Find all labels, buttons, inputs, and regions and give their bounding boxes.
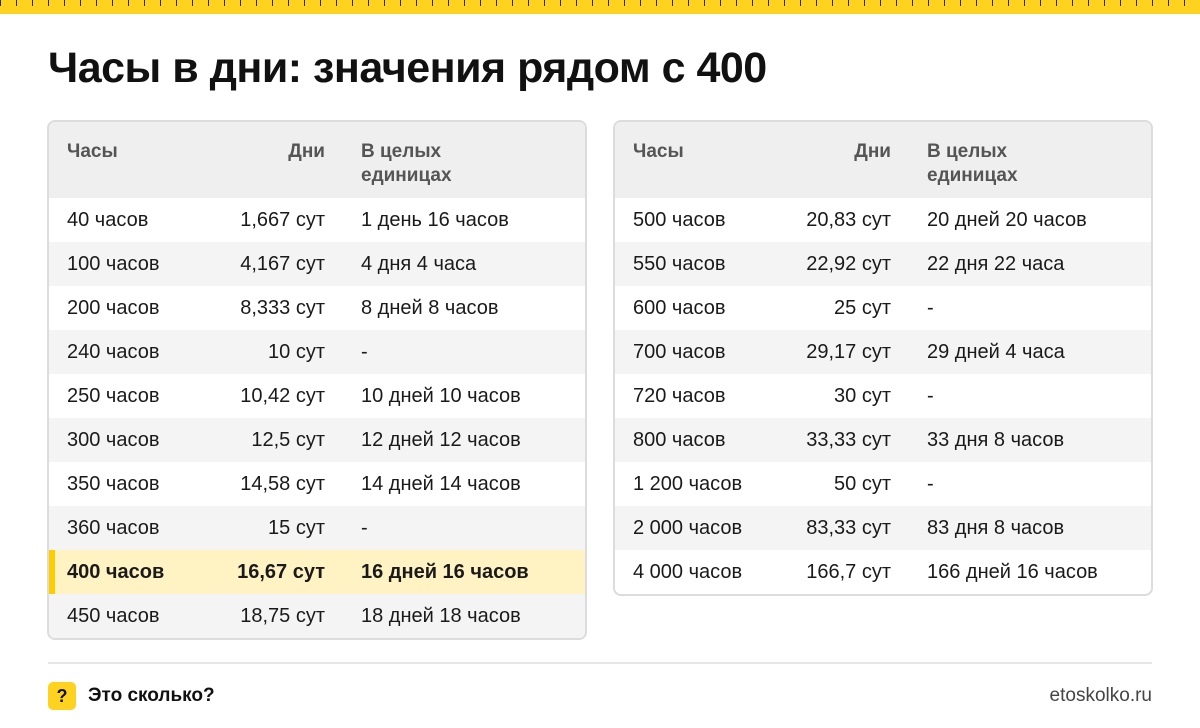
cell-hours: 1 200 часов (633, 473, 743, 495)
table-row: 500 часов 20,83 сут 20 дней 20 часов (615, 198, 1151, 242)
cell-hours: 250 часов (67, 385, 160, 407)
cell-hours: 100 часов (49, 242, 227, 286)
column-header-whole-text: В целых единицах (927, 141, 1018, 186)
table-row: 200 часов 8,333 сут 8 дней 8 часов (49, 286, 585, 330)
cell-hours: 800 часов (615, 418, 793, 462)
column-header-whole: В целых единицах (361, 122, 585, 198)
cell-whole: 83 дня 8 часов (927, 506, 1151, 550)
table-header-row: Часы Дни В целых единицах (615, 122, 1151, 198)
cell-whole: - (361, 506, 585, 550)
brand-logo[interactable]: ? Это сколько? (48, 682, 215, 710)
cell-days: 18,75 сут (227, 594, 361, 638)
table-row: 300 часов 12,5 сут 12 дней 12 часов (49, 418, 585, 462)
cell-whole: 14 дней 14 часов (361, 473, 521, 495)
cell-days: 14,58 сут (240, 473, 325, 495)
table-right: Часы Дни В целых единицах 500 часов 20,83… (613, 120, 1153, 596)
cell-hours: 400 часов (49, 550, 227, 594)
table-left-body: 40 часов 1,667 сут 1 день 16 часов 100 часо… (49, 198, 585, 638)
table-row: 240 часов 10 сут - (49, 330, 585, 374)
table-row: 720 часов 30 сут - (615, 374, 1151, 418)
table-row: 450 часов 18,75 сут 18 дней 18 часов (49, 594, 585, 638)
table-row: 550 часов 22,92 сут 22 дня 22 часа (615, 242, 1151, 286)
cell-days: 33,33 сут (793, 418, 927, 462)
cell-whole: 4 дня 4 часа (361, 242, 585, 286)
site-link[interactable]: etoskolko.ru (1050, 685, 1152, 707)
cell-whole: 12 дней 12 часов (361, 418, 585, 462)
cell-hours: 360 часов (49, 506, 227, 550)
cell-whole: - (361, 330, 585, 374)
table-row: 800 часов 33,33 сут 33 дня 8 часов (615, 418, 1151, 462)
cell-hours: 450 часов (49, 594, 227, 638)
cell-hours: 2 000 часов (615, 506, 793, 550)
cell-hours: 600 часов (633, 297, 726, 319)
table-right-body: 500 часов 20,83 сут 20 дней 20 часов 550 ча… (615, 198, 1151, 594)
cell-days: 16,67 сут (227, 550, 361, 594)
table-row: 250 часов 10,42 сут 10 дней 10 часов (49, 374, 585, 418)
cell-hours: 720 часов (633, 385, 726, 407)
column-header-whole: В целых единицах (927, 122, 1151, 198)
cell-whole: 10 дней 10 часов (361, 385, 521, 407)
cell-days: 29,17 сут (793, 330, 927, 374)
table-row-highlighted: 400 часов 16,67 сут 16 дней 16 часов (49, 550, 585, 594)
cell-days: 20,83 сут (806, 209, 891, 231)
cell-whole: - (927, 297, 934, 319)
table-row: 1 200 часов 50 сут - (615, 462, 1151, 506)
cell-whole: 29 дней 4 часа (927, 330, 1151, 374)
column-header-hours: Часы (49, 122, 227, 198)
cell-days: 50 сут (834, 473, 891, 495)
column-header-days: Дни (793, 122, 927, 198)
footer-divider (48, 662, 1152, 664)
table-row: 100 часов 4,167 сут 4 дня 4 часа (49, 242, 585, 286)
cell-hours: 240 часов (49, 330, 227, 374)
cell-days: 25 сут (834, 297, 891, 319)
cell-days: 30 сут (834, 385, 891, 407)
cell-whole: 20 дней 20 часов (927, 209, 1087, 231)
cell-whole: 1 день 16 часов (361, 209, 509, 231)
cell-days: 12,5 сут (227, 418, 361, 462)
cell-days: 1,667 сут (240, 209, 325, 231)
cell-days: 166,7 сут (806, 561, 891, 583)
cell-whole: 18 дней 18 часов (361, 594, 585, 638)
table-header-row: Часы Дни В целых единицах (49, 122, 585, 198)
cell-days: 15 сут (227, 506, 361, 550)
cell-whole: 8 дней 8 часов (361, 297, 499, 319)
cell-days: 4,167 сут (227, 242, 361, 286)
cell-whole: 166 дней 16 часов (927, 561, 1098, 583)
table-row: 360 часов 15 сут - (49, 506, 585, 550)
page-title: Часы в дни: значения рядом с 400 (48, 44, 767, 92)
table-row: 40 часов 1,667 сут 1 день 16 часов (49, 198, 585, 242)
cell-days: 8,333 сут (240, 297, 325, 319)
question-icon: ? (48, 682, 76, 710)
cell-days: 22,92 сут (793, 242, 927, 286)
cell-whole: - (927, 385, 934, 407)
table-row: 2 000 часов 83,33 сут 83 дня 8 часов (615, 506, 1151, 550)
cell-days: 83,33 сут (793, 506, 927, 550)
cell-hours: 200 часов (67, 297, 160, 319)
cell-days: 10 сут (227, 330, 361, 374)
table-row: 600 часов 25 сут - (615, 286, 1151, 330)
cell-days: 10,42 сут (240, 385, 325, 407)
cell-hours: 500 часов (633, 209, 726, 231)
cell-whole: 22 дня 22 часа (927, 242, 1151, 286)
table-row: 350 часов 14,58 сут 14 дней 14 часов (49, 462, 585, 506)
cell-hours: 40 часов (67, 209, 149, 231)
column-header-hours: Часы (615, 122, 793, 198)
cell-hours: 300 часов (49, 418, 227, 462)
cell-hours: 4 000 часов (633, 561, 743, 583)
cell-hours: 350 часов (67, 473, 160, 495)
cell-whole: - (927, 473, 934, 495)
column-header-whole-text: В целых единицах (361, 141, 452, 186)
cell-hours: 550 часов (615, 242, 793, 286)
table-row: 4 000 часов 166,7 сут 166 дней 16 часов (615, 550, 1151, 594)
table-left: Часы Дни В целых единицах 40 часов 1,667 … (47, 120, 587, 640)
cell-whole: 33 дня 8 часов (927, 418, 1151, 462)
cell-whole: 16 дней 16 часов (361, 550, 585, 594)
table-row: 700 часов 29,17 сут 29 дней 4 часа (615, 330, 1151, 374)
brand-name: Это сколько? (88, 685, 215, 706)
ruler-stripe (0, 0, 1200, 14)
cell-hours: 700 часов (615, 330, 793, 374)
column-header-days: Дни (227, 122, 361, 198)
